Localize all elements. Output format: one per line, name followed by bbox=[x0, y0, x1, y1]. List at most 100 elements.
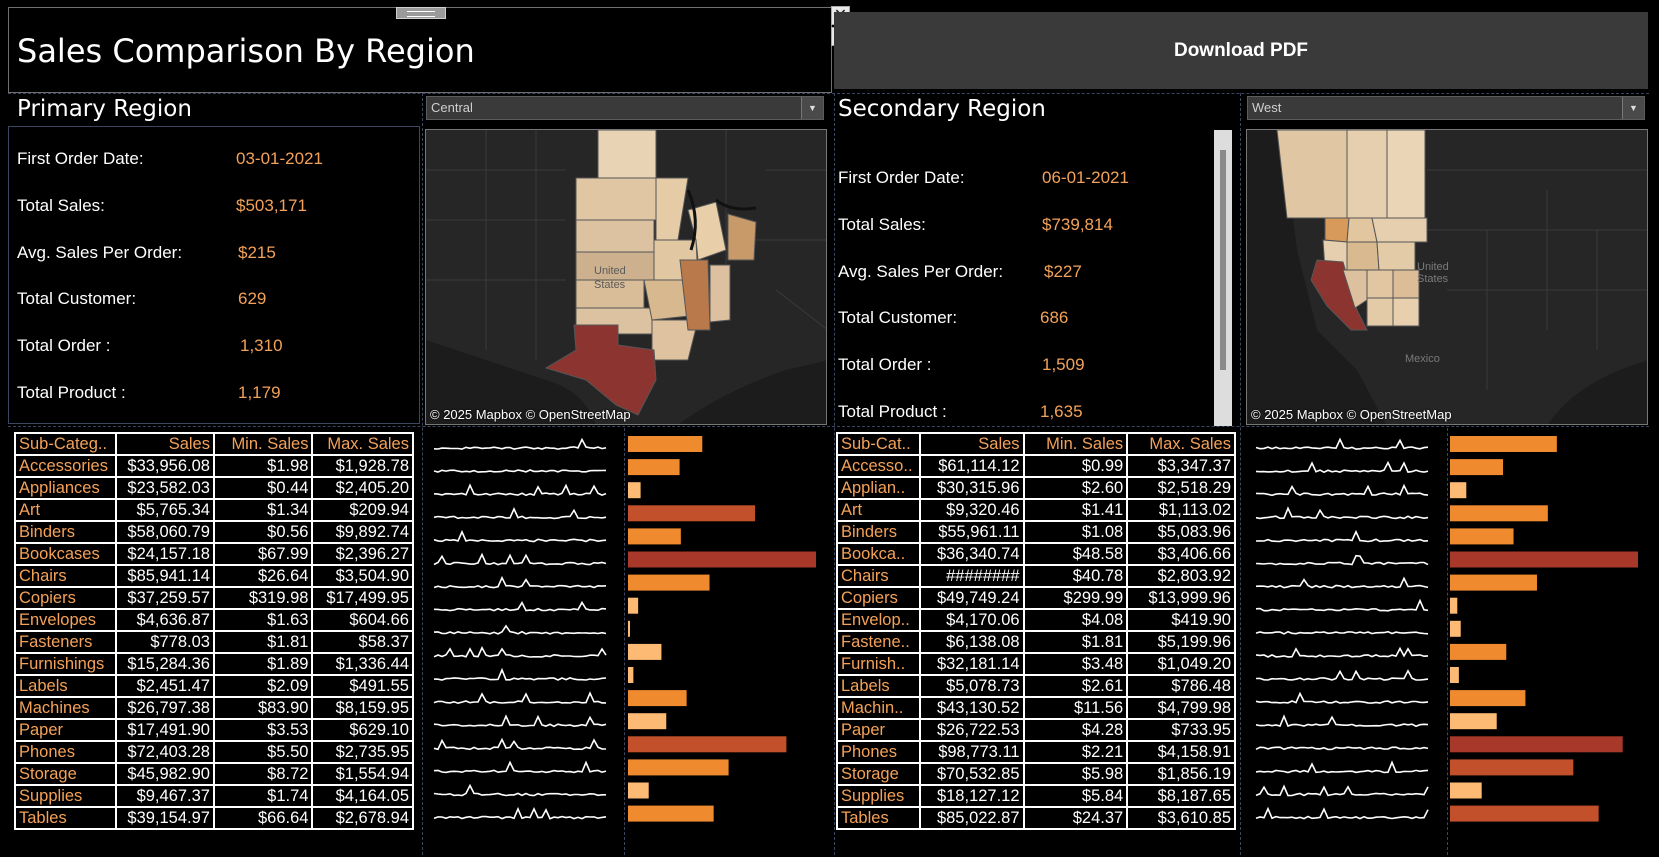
sales-bar[interactable] bbox=[1450, 782, 1482, 799]
value-cell[interactable]: $43,130.52 bbox=[918, 696, 1025, 720]
subcategory-cell[interactable]: Chairs bbox=[14, 564, 117, 588]
subcategory-cell[interactable]: Machines bbox=[14, 696, 117, 720]
value-cell[interactable]: $3,504.90 bbox=[311, 564, 414, 588]
sales-bar[interactable] bbox=[628, 805, 714, 822]
scrollbar-thumb[interactable] bbox=[1220, 150, 1226, 370]
sales-bar[interactable] bbox=[628, 667, 634, 683]
subcategory-cell[interactable]: Appliances bbox=[14, 476, 117, 500]
column-header[interactable]: Sales bbox=[918, 432, 1025, 456]
sales-bar[interactable] bbox=[1450, 551, 1638, 568]
column-header[interactable]: Sub-Cat.. bbox=[836, 432, 921, 456]
subcategory-cell[interactable]: Tables bbox=[836, 806, 921, 830]
subcategory-cell[interactable]: Paper bbox=[14, 718, 117, 742]
value-cell[interactable]: $61,114.12 bbox=[918, 454, 1025, 478]
value-cell[interactable]: $1.41 bbox=[1022, 498, 1129, 522]
value-cell[interactable]: $48.58 bbox=[1022, 542, 1129, 566]
sales-bar[interactable] bbox=[628, 505, 756, 522]
sales-bar[interactable] bbox=[628, 482, 641, 499]
sales-bar[interactable] bbox=[628, 643, 662, 660]
value-cell[interactable]: $72,403.28 bbox=[114, 740, 215, 764]
value-cell[interactable]: $3,610.85 bbox=[1126, 806, 1236, 830]
value-cell[interactable]: $1.89 bbox=[212, 652, 314, 676]
value-cell[interactable]: $1,554.94 bbox=[311, 762, 414, 786]
value-cell[interactable]: $3.48 bbox=[1022, 652, 1129, 676]
subcategory-cell[interactable]: Fastene.. bbox=[836, 630, 921, 654]
value-cell[interactable]: $786.48 bbox=[1126, 674, 1236, 698]
value-cell[interactable]: $2,803.92 bbox=[1126, 564, 1236, 588]
subcategory-cell[interactable]: Furnishings bbox=[14, 652, 117, 676]
subcategory-cell[interactable]: Supplies bbox=[14, 784, 117, 808]
value-cell[interactable]: $0.44 bbox=[212, 476, 314, 500]
sales-bar[interactable] bbox=[628, 690, 687, 707]
sales-bar[interactable] bbox=[628, 782, 649, 799]
sparkline[interactable] bbox=[433, 575, 607, 589]
value-cell[interactable]: $319.98 bbox=[212, 586, 314, 610]
value-cell[interactable]: $491.55 bbox=[311, 674, 414, 698]
value-cell[interactable]: $55,961.11 bbox=[918, 520, 1025, 544]
sales-bar[interactable] bbox=[628, 528, 681, 545]
value-cell[interactable]: $49,749.24 bbox=[918, 586, 1025, 610]
value-cell[interactable]: $85,941.14 bbox=[114, 564, 215, 588]
subcategory-cell[interactable]: Applian.. bbox=[836, 476, 921, 500]
subcategory-cell[interactable]: Tables bbox=[14, 806, 117, 830]
value-cell[interactable]: $0.56 bbox=[212, 520, 314, 544]
sales-bar[interactable] bbox=[1450, 597, 1458, 614]
subcategory-cell[interactable]: Paper bbox=[836, 718, 921, 742]
sales-bar[interactable] bbox=[628, 574, 710, 591]
value-cell[interactable]: $5.50 bbox=[212, 740, 314, 764]
value-cell[interactable]: $9,892.74 bbox=[311, 520, 414, 544]
sparkline[interactable] bbox=[1255, 483, 1429, 497]
sparkline[interactable] bbox=[433, 646, 607, 658]
sparkline[interactable] bbox=[433, 760, 607, 774]
subcategory-cell[interactable]: Binders bbox=[836, 520, 921, 544]
value-cell[interactable]: $4.28 bbox=[1022, 718, 1129, 742]
value-cell[interactable]: $85,022.87 bbox=[918, 806, 1025, 830]
sparkline[interactable] bbox=[433, 600, 607, 612]
value-cell[interactable]: $1.98 bbox=[212, 454, 314, 478]
subcategory-cell[interactable]: Bookcases bbox=[14, 542, 117, 566]
subcategory-cell[interactable]: Chairs bbox=[836, 564, 921, 588]
chevron-down-icon[interactable]: ▼ bbox=[801, 97, 823, 119]
subcategory-cell[interactable]: Art bbox=[836, 498, 921, 522]
value-cell[interactable]: $4.08 bbox=[1022, 608, 1129, 632]
value-cell[interactable]: $26.64 bbox=[212, 564, 314, 588]
column-header[interactable]: Sub-Categ.. bbox=[14, 432, 117, 456]
value-cell[interactable]: $9,320.46 bbox=[918, 498, 1025, 522]
value-cell[interactable]: $1.74 bbox=[212, 784, 314, 808]
sales-bar[interactable] bbox=[1450, 436, 1557, 452]
sales-bar[interactable] bbox=[1450, 690, 1526, 707]
value-cell[interactable]: $5,083.96 bbox=[1126, 520, 1236, 544]
value-cell[interactable]: $1,928.78 bbox=[311, 454, 414, 478]
column-header[interactable]: Max. Sales bbox=[311, 432, 414, 456]
value-cell[interactable]: $2,451.47 bbox=[114, 674, 215, 698]
drag-handle[interactable] bbox=[396, 7, 446, 19]
value-cell[interactable]: $45,982.90 bbox=[114, 762, 215, 786]
kpi-scrollbar[interactable] bbox=[1214, 130, 1232, 426]
value-cell[interactable]: $4,636.87 bbox=[114, 608, 215, 632]
sparkline[interactable] bbox=[1255, 784, 1429, 797]
value-cell[interactable]: $5,078.73 bbox=[918, 674, 1025, 698]
subcategory-cell[interactable]: Accessories bbox=[14, 454, 117, 478]
sales-bar[interactable] bbox=[1450, 759, 1574, 776]
value-cell[interactable]: $2.61 bbox=[1022, 674, 1129, 698]
value-cell[interactable]: $2,396.27 bbox=[311, 542, 414, 566]
value-cell[interactable]: $1.34 bbox=[212, 498, 314, 522]
subcategory-cell[interactable]: Accesso.. bbox=[836, 454, 921, 478]
sparkline[interactable] bbox=[1255, 529, 1429, 543]
sales-bar[interactable] bbox=[628, 436, 703, 452]
value-cell[interactable]: $30,315.96 bbox=[918, 476, 1025, 500]
value-cell[interactable]: $9,467.37 bbox=[114, 784, 215, 808]
value-cell[interactable]: $37,259.57 bbox=[114, 586, 215, 610]
column-header[interactable]: Min. Sales bbox=[1022, 432, 1129, 456]
value-cell[interactable]: $2,735.95 bbox=[311, 740, 414, 764]
secondary-region-map[interactable]: United States Mexico © 2025 Mapbox © Ope… bbox=[1246, 129, 1648, 425]
column-header[interactable]: Min. Sales bbox=[212, 432, 314, 456]
value-cell[interactable]: $26,722.53 bbox=[918, 718, 1025, 742]
sales-bar[interactable] bbox=[628, 551, 816, 568]
sales-bar[interactable] bbox=[1450, 505, 1548, 522]
sparkline[interactable] bbox=[1255, 506, 1429, 520]
value-cell[interactable]: $11.56 bbox=[1022, 696, 1129, 720]
value-cell[interactable]: $4,158.91 bbox=[1126, 740, 1236, 764]
value-cell[interactable]: $1.81 bbox=[1022, 630, 1129, 654]
value-cell[interactable]: $8,187.65 bbox=[1126, 784, 1236, 808]
